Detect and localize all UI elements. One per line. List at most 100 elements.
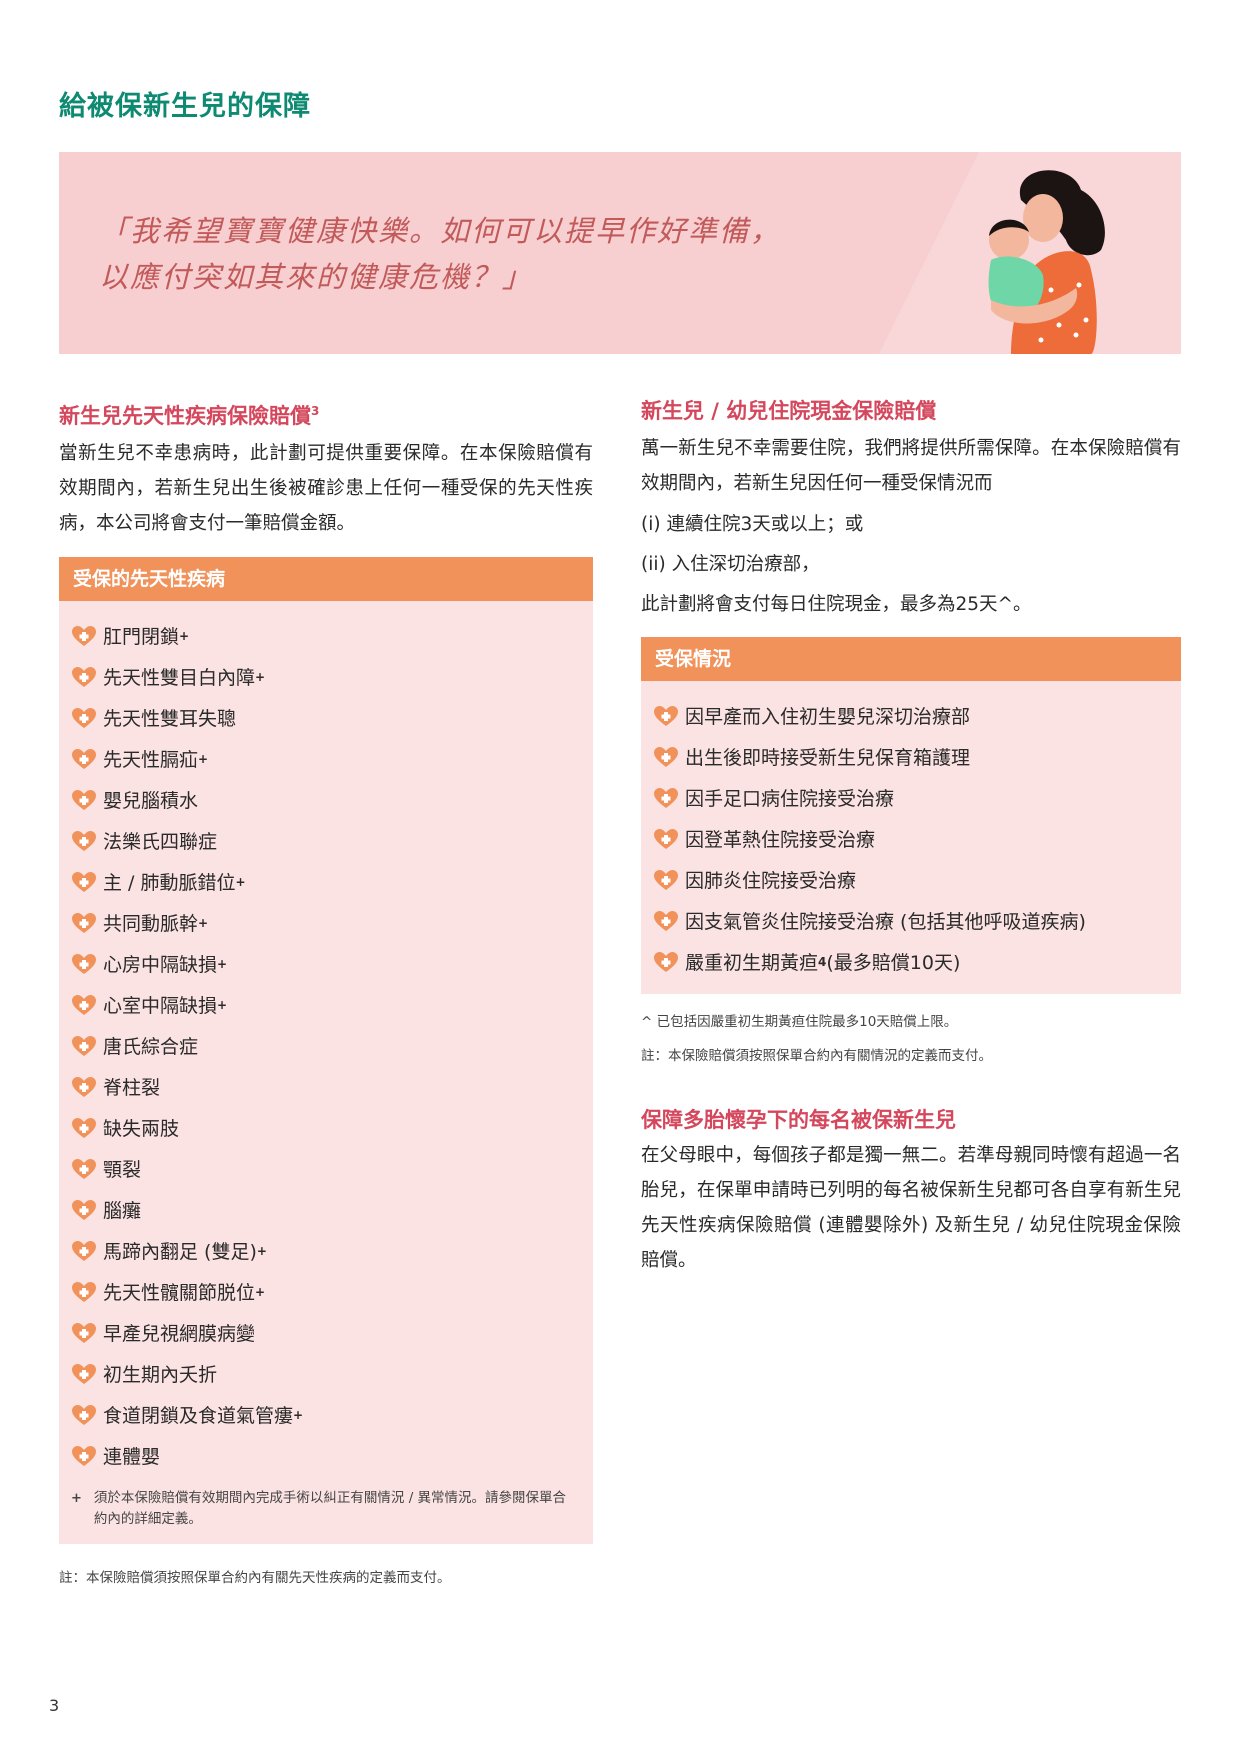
heart-cross-icon xyxy=(72,953,96,974)
situation-item: 因肺炎住院接受治療 xyxy=(653,859,1181,900)
condition-label: 馬蹄內翻足 (雙足) xyxy=(103,1241,257,1263)
covered-conditions-body: 肛門閉鎖 + 先天性雙目白內障 + 先天性雙耳失聰 先天性膈疝 + 嬰兒腦積水 法樂氏四聯症主 … xyxy=(59,601,593,1544)
heart-cross-icon xyxy=(654,910,678,931)
heart-cross-icon xyxy=(72,1363,96,1384)
heart-cross-icon xyxy=(72,1445,96,1466)
heart-cross-icon xyxy=(72,912,96,933)
footnote-ref: 4 xyxy=(818,954,827,969)
condition-item-i: (i) 連續住院3天或以上；或 xyxy=(641,514,864,535)
condition-label: 早產兒視網膜病變 xyxy=(103,1323,256,1345)
condition-item: 先天性雙目白內障 + xyxy=(71,656,593,697)
heart-cross-icon xyxy=(72,1035,96,1056)
congenital-benefit-title: 新生兒先天性疾病保險賠償3 xyxy=(59,395,593,432)
daily-cash-statement: 此計劃將會支付每日住院現金，最多為25天^。 xyxy=(641,594,1032,615)
situation-item: 出生後即時接受新生兒保育箱護理 xyxy=(653,736,1181,777)
condition-label: 嬰兒腦積水 xyxy=(103,790,199,812)
condition-label: 食道閉鎖及食道氣管瘻 xyxy=(103,1405,294,1427)
heart-cross-icon xyxy=(654,828,678,849)
condition-label: 先天性雙目白內障 xyxy=(103,667,256,689)
heart-cross-icon xyxy=(72,1117,96,1138)
condition-item: 顎裂 xyxy=(71,1148,593,1189)
situation-label: 因手足口病住院接受治療 xyxy=(685,788,895,810)
covered-conditions-title: 受保的先天性疾病 xyxy=(59,557,593,601)
situation-label: 出生後即時接受新生兒保育箱護理 xyxy=(685,747,971,769)
heart-cross-icon xyxy=(72,1322,96,1343)
congenital-note: 註：本保險賠償須按照保單合約內有關先天性疾病的定義而支付。 xyxy=(59,1570,451,1586)
heart-cross-icon xyxy=(72,789,96,810)
condition-label: 唐氏綜合症 xyxy=(103,1036,199,1058)
footnote-ref: + xyxy=(255,1284,266,1299)
situation-item: 因早產而入住初生嬰兒深切治療部 xyxy=(653,695,1181,736)
condition-label: 共同動脈幹 xyxy=(103,913,199,935)
page-title: 給被保新生兒的保障 xyxy=(59,91,311,122)
condition-item: 連體嬰 xyxy=(71,1435,593,1476)
footnote-ref: + xyxy=(198,915,209,930)
congenital-benefit-section: 新生兒先天性疾病保險賠償3 當新生兒不幸患病時，此計劃可提供重要保障。在本保險賠… xyxy=(59,395,593,1588)
condition-item: 先天性膈疝 + xyxy=(71,738,593,779)
condition-item: 食道閉鎖及食道氣管瘻 + xyxy=(71,1394,593,1435)
footnote-ref: + xyxy=(217,956,228,971)
footnote-ref: 3 xyxy=(311,404,320,418)
condition-item: 肛門閉鎖 + xyxy=(71,615,593,656)
heart-cross-icon xyxy=(72,1281,96,1302)
situation-label: 因肺炎住院接受治療 xyxy=(685,870,857,892)
footnote-ref: + xyxy=(217,997,228,1012)
heart-cross-icon xyxy=(72,871,96,892)
covered-situations-title: 受保情況 xyxy=(641,637,1181,681)
heart-cross-icon xyxy=(654,951,678,972)
condition-item-ii: (ii) 入住深切治療部， xyxy=(641,554,820,575)
condition-label: 心室中隔缺損 xyxy=(103,995,218,1017)
mother-and-baby-illustration xyxy=(988,170,1105,354)
condition-item: 馬蹄內翻足 (雙足) + xyxy=(71,1230,593,1271)
condition-item: 缺失兩肢 xyxy=(71,1107,593,1148)
condition-label: 初生期內夭折 xyxy=(103,1364,218,1386)
footnote-ref: + xyxy=(256,1243,267,1258)
condition-label: 主 / 肺動脈錯位 xyxy=(103,872,236,894)
condition-label: 心房中隔缺損 xyxy=(103,954,218,976)
condition-item: 脊柱裂 xyxy=(71,1066,593,1107)
hero-quote-line-1: 「我希望寶寶健康快樂。如何可以提早作好準備， xyxy=(99,214,782,248)
condition-label: 肛門閉鎖 xyxy=(103,626,180,648)
condition-label: 法樂氏四聯症 xyxy=(103,831,218,853)
hero-quote: 「我希望寶寶健康快樂。如何可以提早作好準備， 以應付突如其來的健康危機？」 xyxy=(99,208,859,300)
condition-item: 主 / 肺動脈錯位 + xyxy=(71,861,593,902)
footnote-text: 須於本保險賠償有效期間內完成手術以糾正有關情況 / 異常情況。請參閱保單合約內的… xyxy=(93,1490,567,1527)
condition-item: 腦癱 xyxy=(71,1189,593,1230)
situation-item: 因手足口病住院接受治療 xyxy=(653,777,1181,818)
covered-situations-panel: 受保情況 因早產而入住初生嬰兒深切治療部出生後即時接受新生兒保育箱護理 因手足口病… xyxy=(641,637,1181,994)
heart-cross-icon xyxy=(72,625,96,646)
condition-item: 唐氏綜合症 xyxy=(71,1025,593,1066)
heart-cross-icon xyxy=(72,1076,96,1097)
situation-label: 因支氣管炎住院接受治療 (包括其他呼吸道疾病) xyxy=(685,911,1086,933)
situation-item: 嚴重初生期黃疸 4 (最多賠償10天) xyxy=(653,941,1181,982)
covered-conditions-list: 肛門閉鎖 + 先天性雙目白內障 + 先天性雙耳失聰 先天性膈疝 + 嬰兒腦積水 法樂氏四聯症主 … xyxy=(59,601,593,1488)
situation-suffix: (最多賠償10天) xyxy=(826,952,961,974)
heart-cross-icon xyxy=(72,1404,96,1425)
heart-cross-icon xyxy=(72,1240,96,1261)
condition-item: 先天性雙耳失聰 xyxy=(71,697,593,738)
heart-cross-icon xyxy=(654,705,678,726)
condition-label: 顎裂 xyxy=(103,1159,142,1181)
hospital-cash-section: 新生兒 / 幼兒住院現金保險賠償 萬一新生兒不幸需要住院，我們將提供所需保障。在… xyxy=(641,395,1181,1278)
condition-label: 先天性膈疝 xyxy=(103,749,199,771)
condition-item: 先天性髖關節脱位 + xyxy=(71,1271,593,1312)
heart-cross-icon xyxy=(72,748,96,769)
condition-label: 連體嬰 xyxy=(103,1446,161,1468)
heart-cross-icon xyxy=(654,787,678,808)
covered-conditions-panel: 受保的先天性疾病 肛門閉鎖 + 先天性雙目白內障 + 先天性雙耳失聰 先天性膈疝 + 嬰兒腦積… xyxy=(59,557,593,1544)
footnote-ref: + xyxy=(198,751,209,766)
condition-item: 早產兒視網膜病變 xyxy=(71,1312,593,1353)
surgery-footnote: + 須於本保險賠償有效期間內完成手術以糾正有關情況 / 異常情況。請參閱保單合約… xyxy=(59,1488,593,1544)
footnote-ref: + xyxy=(179,628,190,643)
covered-situations-body: 因早產而入住初生嬰兒深切治療部出生後即時接受新生兒保育箱護理 因手足口病住院接受治… xyxy=(641,681,1181,994)
hospital-cash-description: 萬一新生兒不幸需要住院，我們將提供所需保障。在本保險賠償有效期間內，若新生兒因任… xyxy=(641,438,1181,494)
condition-label: 先天性雙耳失聰 xyxy=(103,708,237,730)
hospital-cash-title: 新生兒 / 幼兒住院現金保險賠償 xyxy=(641,399,937,423)
footnote-ref: + xyxy=(235,874,246,889)
hospital-cash-note: 註：本保險賠償須按照保單合約內有關情況的定義而支付。 xyxy=(641,1048,992,1064)
page-number: 3 xyxy=(49,1696,60,1715)
congenital-benefit-description: 當新生兒不幸患病時，此計劃可提供重要保障。在本保險賠償有效期間內，若新生兒出生後… xyxy=(59,443,593,534)
heart-cross-icon xyxy=(72,1158,96,1179)
condition-label: 腦癱 xyxy=(103,1200,142,1222)
heart-cross-icon xyxy=(654,746,678,767)
